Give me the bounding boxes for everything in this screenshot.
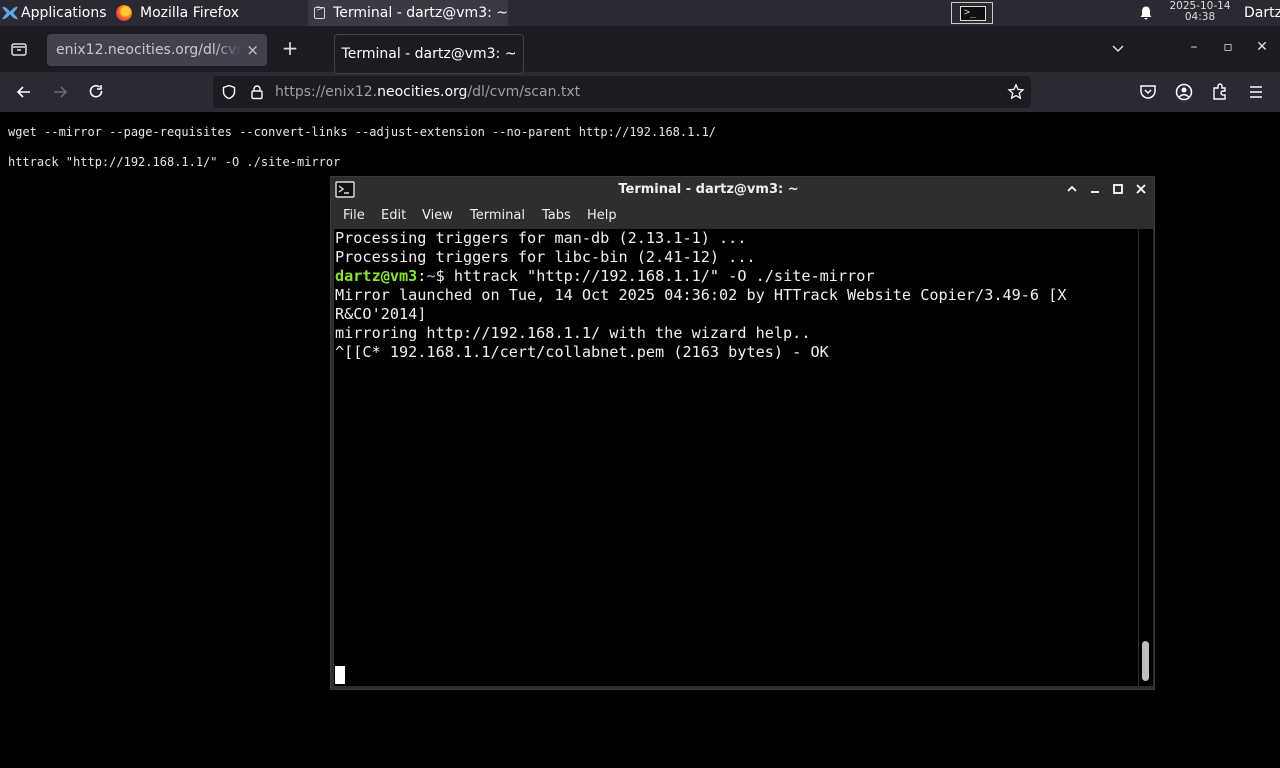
clock[interactable]: 2025-10-14 04:38 (1166, 1, 1234, 23)
terminal-scrollbar[interactable] (1139, 229, 1153, 686)
content-line-httrack: httrack "http://192.168.1.1/" -O ./site-… (8, 155, 341, 169)
reload-icon[interactable] (86, 82, 106, 102)
tooltip: Terminal - dartz@vm3: ~ (334, 34, 524, 74)
bookmark-star-icon[interactable] (1007, 83, 1025, 101)
taskbar-terminal[interactable]: Terminal - dartz@vm3: ~ (308, 0, 508, 26)
close-window-button[interactable]: ✕ (1253, 38, 1271, 56)
terminal-titlebar[interactable]: Terminal - dartz@vm3: ~ (331, 177, 1154, 203)
terminal-cursor (335, 666, 345, 684)
url-prefix: https://enix12. (275, 84, 378, 100)
prompt-path: ~ (426, 267, 436, 285)
forward-arrow-icon[interactable] (50, 82, 70, 102)
terminal-line: Processing triggers for libc-bin (2.41-1… (335, 248, 756, 266)
menu-terminal[interactable]: Terminal (470, 208, 525, 223)
terminal-line: ^[[C* 192.168.1.1/cert/collabnet.pem (21… (335, 343, 829, 361)
terminal-line: R&CO'2014] (335, 305, 427, 323)
terminal-line: mirroring http://192.168.1.1/ with the w… (335, 324, 811, 342)
navigation-toolbar: https://enix12.neocities.org/dl/cvm/scan… (0, 72, 1280, 112)
browser-tab[interactable]: enix12.neocities.org/dl/cvm/scan.txt × (47, 34, 267, 66)
lock-icon[interactable] (249, 84, 265, 100)
menu-file[interactable]: File (343, 208, 365, 223)
url-path: /dl/cvm/scan.txt (467, 84, 581, 100)
terminal-line: Processing triggers for man-db (2.13.1-1… (335, 229, 747, 247)
scrollbar-thumb[interactable] (1142, 641, 1149, 681)
menu-edit[interactable]: Edit (381, 208, 406, 223)
list-tabs-chevron-icon[interactable] (1110, 40, 1126, 56)
workspace-switcher[interactable]: >_ (951, 2, 993, 24)
notification-bell-icon[interactable] (1138, 5, 1154, 21)
account-icon[interactable] (1174, 82, 1194, 102)
applications-menu[interactable]: Applications ⁝ (2, 0, 113, 26)
maximize-button[interactable]: ▫ (1219, 38, 1237, 56)
prompt-symbol: $ (435, 267, 445, 285)
terminal-prompt-line: dartz@vm3:~$ httrack "http://192.168.1.1… (335, 267, 1138, 286)
shade-chevron-up-icon[interactable] (1065, 182, 1079, 196)
user-menu[interactable]: Dartz (1244, 0, 1280, 26)
taskbar-firefox-label: Mozilla Firefox (140, 5, 240, 21)
extensions-icon[interactable] (1210, 82, 1230, 102)
minimize-button[interactable]: – (1185, 38, 1203, 56)
terminal-icon (314, 4, 326, 19)
applications-icon (2, 6, 18, 20)
terminal-close-icon[interactable] (1134, 182, 1148, 196)
menu-hamburger-icon[interactable] (1246, 82, 1266, 102)
prompt-command: httrack "http://192.168.1.1/" -O ./site-… (444, 267, 875, 285)
menu-view[interactable]: View (422, 208, 453, 223)
taskbar-terminal-label: Terminal - dartz@vm3: ~ (333, 5, 508, 21)
url-bar[interactable]: https://enix12.neocities.org/dl/cvm/scan… (213, 76, 1031, 108)
url-host: neocities.org (377, 84, 468, 100)
terminal-menubar: File Edit View Terminal Tabs Help (331, 203, 1154, 228)
content-line-wget: wget --mirror --page-requisites --conver… (8, 125, 717, 139)
terminal-window: Terminal - dartz@vm3: ~ File Edit View T… (330, 176, 1155, 690)
system-panel: Applications ⁝ Mozilla Firefox Terminal … (0, 0, 1280, 26)
firefox-view-icon[interactable] (10, 40, 28, 58)
pocket-icon[interactable] (1138, 82, 1158, 102)
terminal-screen[interactable]: Processing triggers for man-db (2.13.1-1… (334, 229, 1138, 686)
tracking-shield-icon[interactable] (221, 84, 237, 100)
terminal-maximize-icon[interactable] (1111, 182, 1125, 196)
firefox-icon (116, 5, 132, 21)
prompt-user-host: dartz@vm3 (335, 267, 418, 285)
workspace-terminal-icon: >_ (960, 6, 986, 21)
terminal-title: Terminal - dartz@vm3: ~ (618, 182, 799, 197)
new-tab-button[interactable]: + (280, 38, 300, 58)
back-arrow-icon[interactable] (14, 82, 34, 102)
terminal-minimize-icon[interactable] (1088, 182, 1102, 196)
terminal-line: Mirror launched on Tue, 14 Oct 2025 04:3… (335, 286, 1067, 304)
tab-label: enix12.neocities.org/dl/cvm/scan.txt (56, 42, 242, 58)
url-text[interactable]: https://enix12.neocities.org/dl/cvm/scan… (275, 76, 580, 108)
tab-close-icon[interactable]: × (246, 34, 259, 66)
menu-tabs[interactable]: Tabs (542, 208, 571, 223)
tab-bar: enix12.neocities.org/dl/cvm/scan.txt × +… (0, 26, 1280, 74)
taskbar-firefox[interactable]: Mozilla Firefox (110, 0, 308, 26)
clock-time: 04:38 (1184, 11, 1216, 23)
applications-label: Applications (21, 5, 107, 21)
menu-help[interactable]: Help (587, 208, 617, 223)
